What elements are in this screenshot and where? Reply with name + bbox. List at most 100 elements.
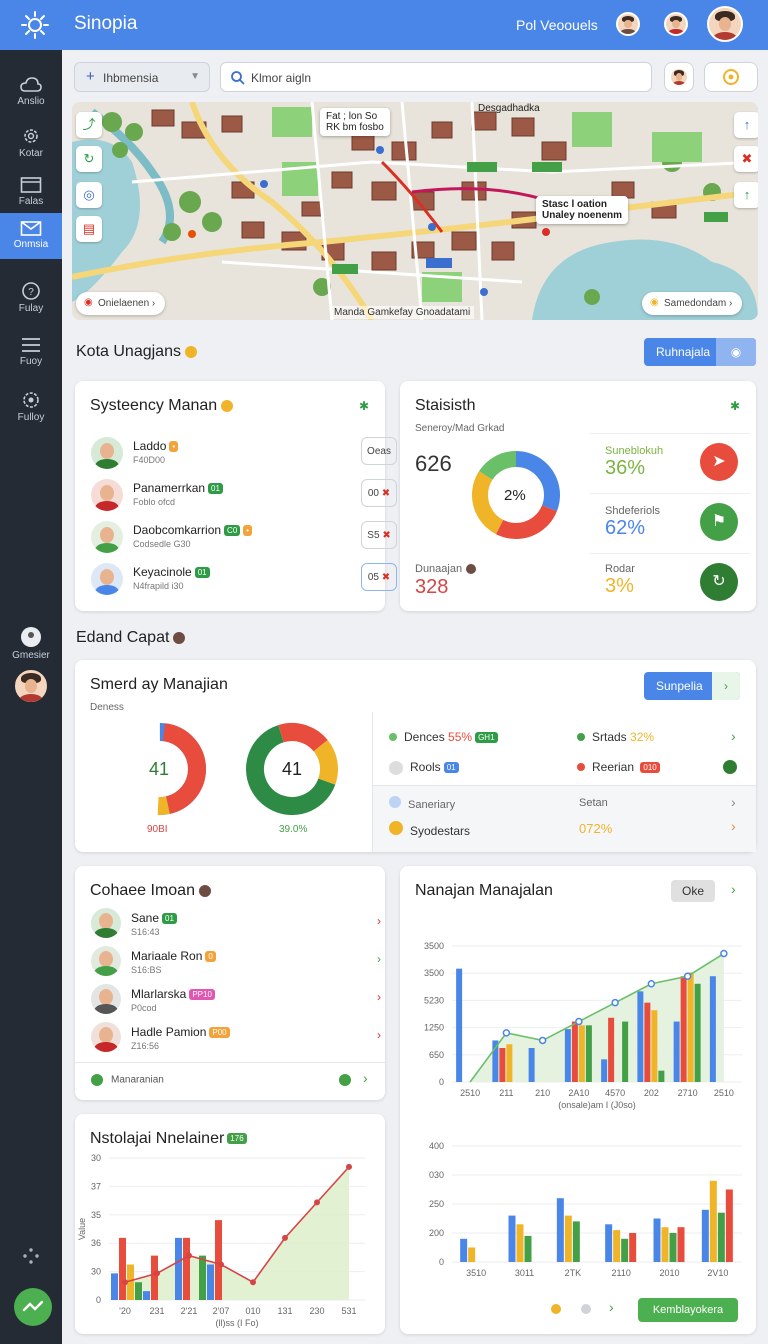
x-axis-label: (onsale)am I (J0so) <box>558 1100 636 1110</box>
chevron-right-icon[interactable]: › <box>731 794 736 810</box>
refresh-icon[interactable]: ↻ <box>700 563 738 601</box>
donut-card: Smerd ay Manajian Deness Sunpelia › 41 9… <box>75 660 756 852</box>
user-name-label[interactable]: Pol Veoouels <box>516 17 598 33</box>
arrow-up-icon[interactable]: ➤ <box>700 443 738 481</box>
map-caption: Manda Gamkefay Gnoadatami <box>330 306 475 319</box>
map-direction-button[interactable]: ↑ <box>734 182 758 208</box>
list-item[interactable]: Laddo • F40D00 Oeas <box>91 437 397 477</box>
map-locate-button[interactable]: ◎ <box>76 182 102 208</box>
sidebar-item-onmsia[interactable]: Onmsia <box>0 213 62 259</box>
avatar[interactable] <box>13 668 49 704</box>
map-zoom-button[interactable]: ↑ <box>734 112 758 138</box>
map-pill-left[interactable]: ◉ Onielaenen › <box>76 292 166 315</box>
bar <box>677 1227 685 1262</box>
avatar[interactable] <box>616 12 640 36</box>
stat-item-label: Shdeferiols <box>605 505 661 517</box>
row-action-button[interactable]: Oeas <box>361 437 397 465</box>
data-point <box>647 980 656 988</box>
chevron-right-icon[interactable]: › <box>731 881 736 897</box>
card-action-button[interactable]: Oke <box>671 880 715 902</box>
map-pill-right[interactable]: ◉ Samedondam › <box>642 292 743 315</box>
map-tools-button[interactable]: ✖ <box>734 146 758 172</box>
data-point <box>575 1017 583 1026</box>
chevron-right-icon[interactable]: › <box>609 1299 614 1315</box>
list-item[interactable]: Keyacinole 01 N4frapild i30 05 ✖ <box>91 563 397 603</box>
sidebar-item-fulloy[interactable]: Fulloy <box>0 384 62 432</box>
stats-donut-label: 2% <box>504 487 526 504</box>
sidebar-item-falas[interactable]: Falas <box>0 170 62 218</box>
y-tick-label: 35 <box>91 1210 101 1220</box>
chevron-right-icon[interactable]: › <box>731 728 736 744</box>
x-tick-label: 2110 <box>611 1268 630 1278</box>
search-icon <box>231 71 245 85</box>
list-item[interactable]: Saneriary <box>389 796 455 811</box>
list-item[interactable]: Mlarlarska PP10 P0cod › <box>91 984 381 1020</box>
map-navigate-button[interactable]: ⤴ <box>76 112 102 138</box>
sidebar-item-gmesier[interactable]: Gmesier <box>0 620 62 668</box>
map-view[interactable]: ⤴ ↻ ◎ ▤ ↑ ✖ ↑ Fat ; lon So RK bm fosbo D… <box>72 102 758 320</box>
legend-label: Reerian <box>592 760 635 774</box>
sidebar-item-fuoy[interactable]: Fuoy <box>0 330 62 378</box>
page-dot[interactable] <box>551 1304 561 1314</box>
list-footer[interactable]: Manaranian <box>91 1074 164 1086</box>
section-title: Edand Capat <box>76 629 186 647</box>
row-action-button[interactable]: S5 ✖ <box>361 521 397 549</box>
card-action-button[interactable]: Sunpelia › <box>644 672 740 700</box>
footer-button[interactable]: Kemblayokera <box>638 1298 738 1322</box>
list-item[interactable]: Panamerrkan 01 Foblo ofcd 00 ✖ <box>91 479 397 519</box>
list-item[interactable]: Hadle Pamion P00 Z16:56 › <box>91 1022 381 1058</box>
list-footer-label: Manaranian <box>111 1074 164 1086</box>
legend-item[interactable]: Dences 55% GH1 <box>389 730 498 744</box>
chevron-right-icon[interactable]: › <box>377 914 381 928</box>
legend-item[interactable]: Rools 01 <box>389 760 459 775</box>
sidebar-item-kotar[interactable]: Kotar <box>0 120 62 168</box>
star-icon[interactable]: ✱ <box>359 399 369 413</box>
star-icon[interactable]: ✱ <box>730 399 740 413</box>
badge-icon <box>389 760 403 775</box>
avatar <box>91 984 121 1014</box>
sidebar-item-fulay[interactable]: ? Fulay <box>0 275 62 323</box>
avatar[interactable] <box>664 12 688 36</box>
notification-button[interactable] <box>704 62 758 92</box>
section-action-button[interactable]: Ruhnajala ◉ <box>644 338 756 366</box>
legend-item[interactable]: Srtads 32% <box>577 730 654 744</box>
legend-item[interactable]: Reerian 010 <box>577 760 660 774</box>
list-item[interactable]: Sane 01 S16:43 › <box>91 908 381 944</box>
chevron-right-icon[interactable]: › <box>731 818 736 834</box>
search-input[interactable] <box>251 69 641 87</box>
map-callout[interactable]: Stasc l oation Unaley noenenm <box>536 196 629 224</box>
sidebar-item-label: Anslio <box>17 96 45 107</box>
status-dot <box>339 1074 351 1086</box>
row-action-label: S5 <box>367 530 380 541</box>
x-tick-label: 3510 <box>466 1268 486 1278</box>
avatar <box>91 521 123 553</box>
chevron-right-icon[interactable]: › <box>363 1070 368 1086</box>
search-field[interactable] <box>220 62 652 92</box>
map-canvas <box>72 102 758 320</box>
flag-icon[interactable]: ⚑ <box>700 503 738 541</box>
list-item[interactable]: Syodestars <box>389 821 470 838</box>
profile-button[interactable] <box>664 62 694 92</box>
person-name-text: Mariaale Ron <box>131 949 203 963</box>
filter-select[interactable]: + Ihbmensia ▼ <box>74 62 210 92</box>
list-item[interactable]: Mariaale Ron 0 S16:BS › <box>91 946 381 982</box>
chevron-right-icon[interactable]: › <box>377 1028 381 1042</box>
list-item[interactable]: Daobcomkarrion C0 • Codsedle G30 S5 ✖ <box>91 521 397 561</box>
assistant-button[interactable] <box>14 1288 52 1326</box>
more-icon[interactable] <box>21 1246 41 1266</box>
page-dot[interactable] <box>581 1304 591 1314</box>
map-district-label: Desgadhadka <box>478 103 540 114</box>
avatar[interactable] <box>707 6 743 42</box>
chevron-right-icon[interactable]: › <box>377 952 381 966</box>
bar-chart-card: Nanajan Manajalan Oke › 3500 3500 5230 1250… <box>400 866 756 1334</box>
sidebar-item-label: Fuoy <box>19 356 43 367</box>
sidebar-item-anslio[interactable]: Anslio <box>0 70 62 118</box>
map-refresh-button[interactable]: ↻ <box>76 146 102 172</box>
map-location-label[interactable]: Fat ; lon So RK bm fosbo <box>320 108 390 136</box>
map-layer-button[interactable]: ▤ <box>76 216 102 242</box>
chevron-right-icon[interactable]: › <box>377 990 381 1004</box>
row-action-button[interactable]: 00 ✖ <box>361 479 397 507</box>
row-action-button[interactable]: 05 ✖ <box>361 563 397 591</box>
person-name-text: Sane <box>131 911 160 925</box>
pin-icon: ◉ <box>650 297 659 308</box>
